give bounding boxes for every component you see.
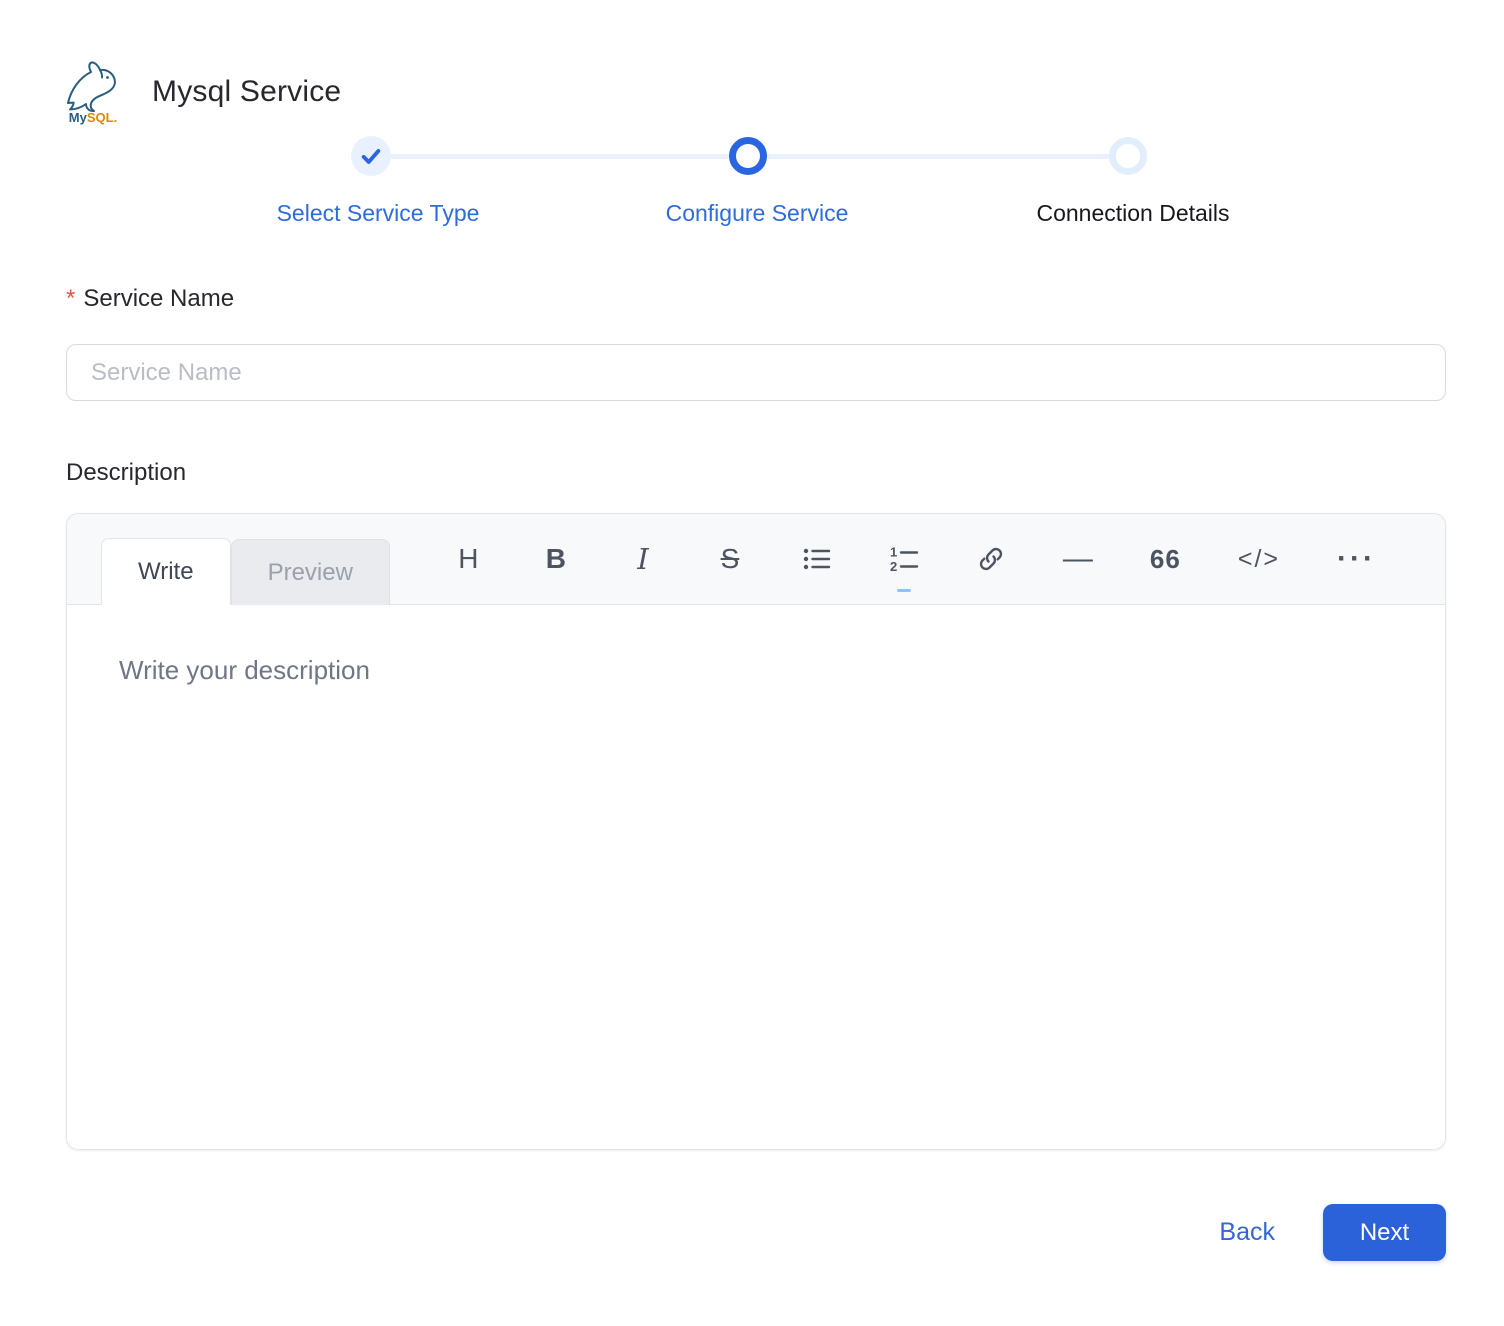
back-button[interactable]: Back	[1219, 1218, 1275, 1247]
step-label-connection-details[interactable]: Connection Details	[1036, 200, 1229, 227]
link-icon[interactable]	[976, 539, 1006, 579]
mysql-logo-icon: MySQL.	[60, 58, 126, 126]
more-options-icon[interactable]: ···	[1337, 539, 1376, 579]
required-asterisk: *	[66, 285, 75, 312]
step-circle-configure-service[interactable]	[729, 137, 767, 175]
svg-text:1: 1	[890, 545, 897, 560]
editor-write-area	[67, 605, 1445, 1149]
italic-icon[interactable]: I	[628, 539, 658, 579]
step-circle-select-service-type[interactable]	[351, 136, 391, 176]
check-icon	[360, 145, 382, 167]
wizard-actions: Back Next	[0, 1204, 1504, 1261]
quote-icon[interactable]: 66	[1150, 539, 1181, 579]
ordered-list-icon[interactable]: 1 2	[889, 539, 919, 579]
ordered-list-active-indicator	[897, 589, 911, 592]
page-header: MySQL. Mysql Service	[60, 58, 1504, 126]
unordered-list-icon[interactable]	[802, 539, 832, 579]
code-icon[interactable]: </>	[1238, 539, 1280, 579]
svg-text:2: 2	[890, 559, 897, 574]
step-label-configure-service[interactable]: Configure Service	[666, 200, 849, 227]
step-circle-connection-details[interactable]	[1109, 137, 1147, 175]
step-label-select-service-type[interactable]: Select Service Type	[277, 200, 480, 227]
tab-preview[interactable]: Preview	[231, 539, 390, 605]
wizard-stepper: Select Service Type Configure Service Co…	[0, 136, 1504, 232]
horizontal-rule-icon[interactable]: —	[1063, 539, 1093, 579]
svg-text:MySQL.: MySQL.	[69, 110, 117, 125]
mysql-logo-text-sql: SQL.	[87, 110, 117, 125]
service-name-input[interactable]	[66, 344, 1446, 401]
heading-icon[interactable]: H	[454, 539, 484, 579]
editor-toolbar: H B I S	[454, 514, 1376, 604]
editor-tabs: Write Preview	[101, 538, 390, 605]
editor-toolbar-header: Write Preview H B I S	[67, 514, 1445, 605]
tab-write[interactable]: Write	[101, 538, 231, 605]
bold-icon[interactable]: B	[541, 539, 571, 579]
description-label: Description	[66, 458, 1438, 488]
next-button[interactable]: Next	[1323, 1204, 1446, 1261]
service-name-label: * Service Name	[66, 284, 1438, 314]
mysql-logo-text-my: My	[69, 110, 88, 125]
service-name-label-text: Service Name	[83, 285, 234, 312]
description-textarea[interactable]	[67, 605, 1445, 1149]
page-title: Mysql Service	[152, 75, 341, 109]
description-editor: Write Preview H B I S	[66, 513, 1446, 1150]
strikethrough-icon[interactable]: S	[715, 539, 745, 579]
